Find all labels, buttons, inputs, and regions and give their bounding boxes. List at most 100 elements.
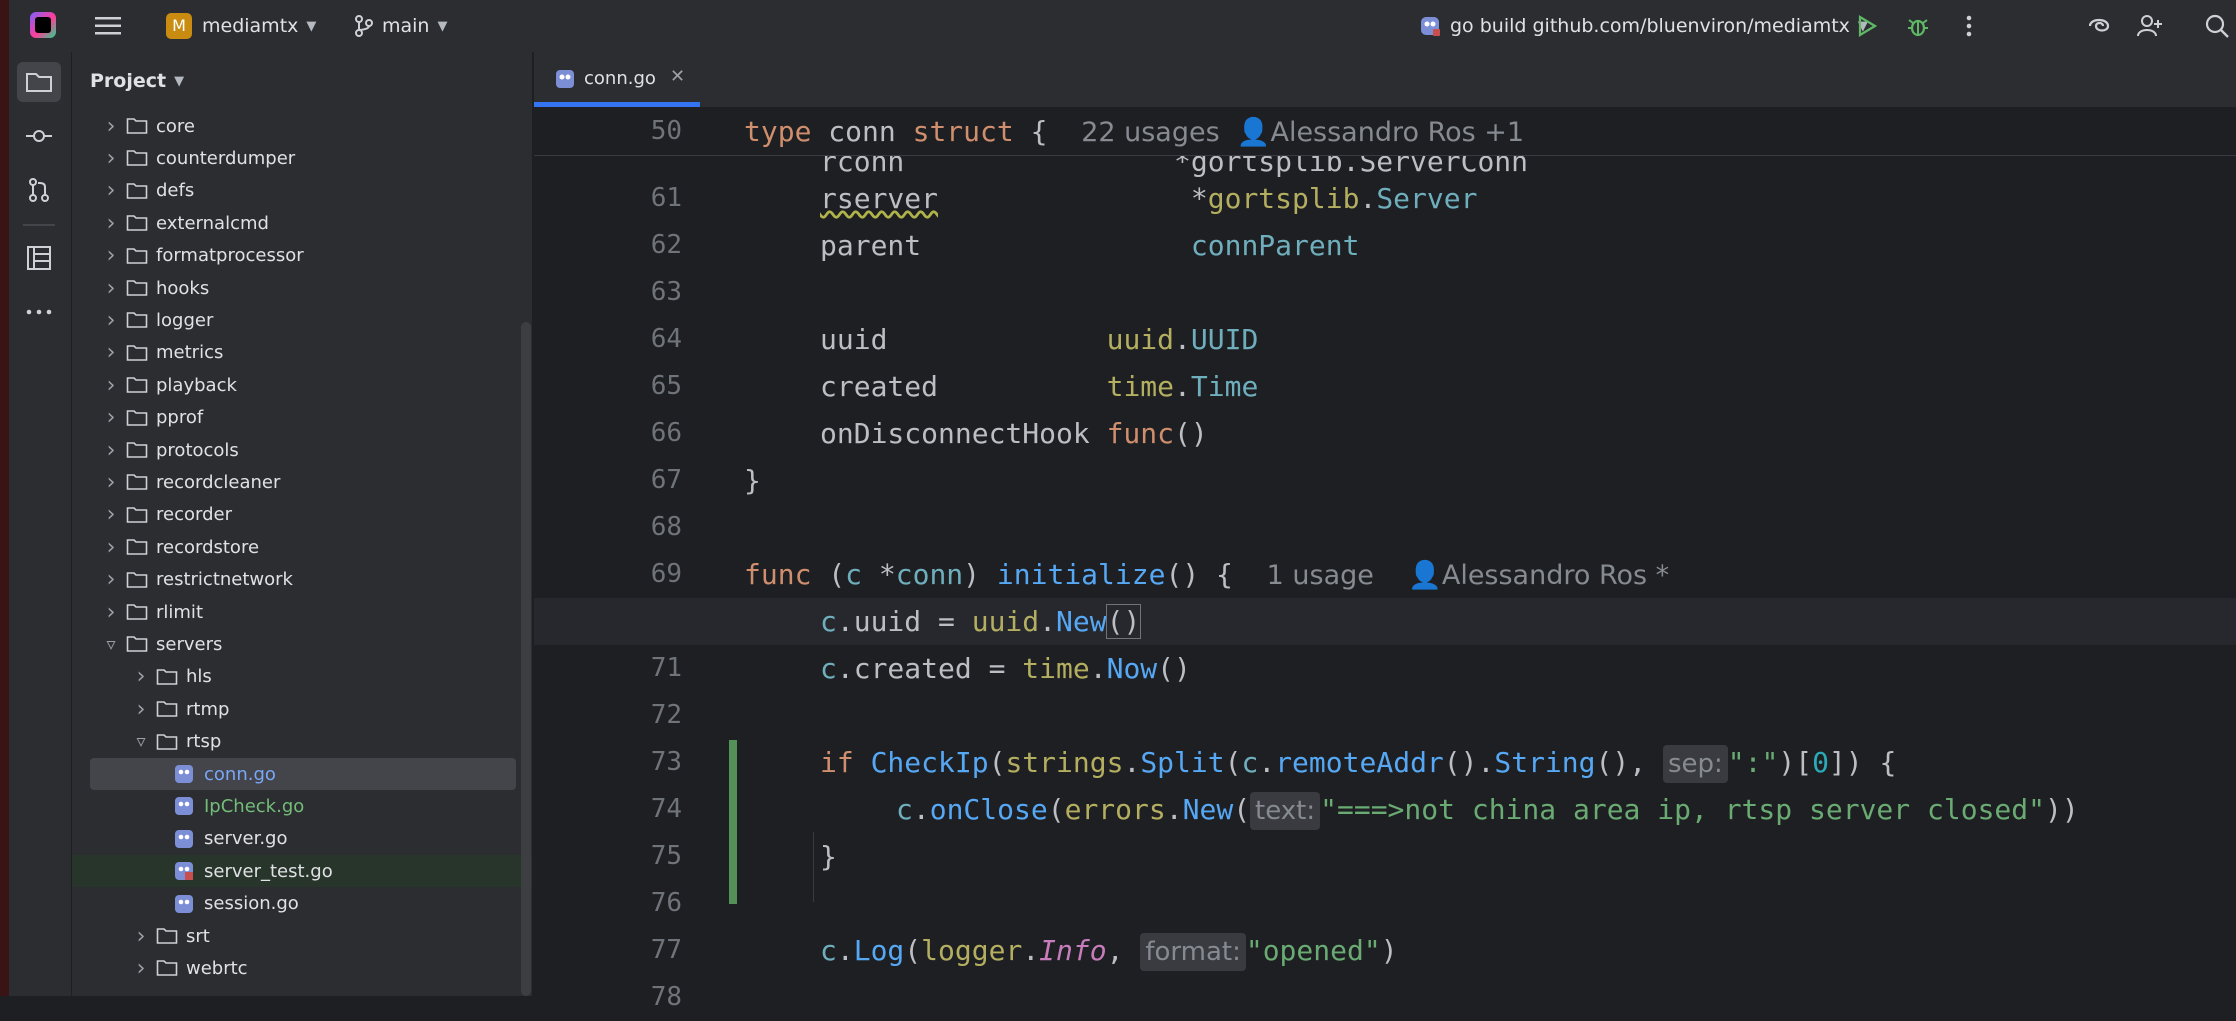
add-user-icon[interactable]: [2136, 12, 2164, 40]
chevron-right-icon[interactable]: ›: [104, 567, 118, 592]
chevron-right-icon[interactable]: ›: [104, 146, 118, 171]
chevron-right-icon[interactable]: ›: [104, 405, 118, 430]
project-tree-scrollbar[interactable]: [521, 322, 531, 996]
folder-icon: [126, 150, 148, 167]
usages-hint[interactable]: 1 usage: [1267, 560, 1374, 591]
tree-item[interactable]: › formatprocessor: [72, 240, 530, 272]
chevron-right-icon[interactable]: ›: [104, 308, 118, 333]
code-area[interactable]: rconn *gortsplib.ServerConn rserver *gor…: [534, 108, 2236, 996]
project-tool-button[interactable]: [17, 62, 61, 102]
tree-item[interactable]: › core: [72, 110, 530, 142]
pull-requests-tool-button[interactable]: [17, 170, 61, 210]
chevron-down-icon[interactable]: ▿: [104, 634, 118, 655]
run-configuration-selector[interactable]: go build github.com/bluenviron/mediamtx …: [1418, 0, 1868, 52]
code-token: gortsplib: [1207, 182, 1360, 215]
chevron-right-icon[interactable]: ›: [134, 956, 148, 981]
code-line-70: c.uuid = uuid.New(): [534, 598, 2236, 645]
author-icon: 👤: [1408, 560, 1442, 591]
sticky-scope-header[interactable]: 50 type conn struct { 22 usages 👤Alessan…: [534, 108, 2236, 156]
chevron-right-icon[interactable]: ›: [104, 114, 118, 139]
more-tools-button[interactable]: [17, 292, 61, 332]
author-hint[interactable]: Alessandro Ros +1: [1270, 117, 1524, 148]
close-tab-icon[interactable]: ✕: [670, 66, 685, 87]
project-name: mediamtx: [202, 15, 299, 37]
tree-item[interactable]: › recorder: [72, 499, 530, 531]
tree-item[interactable]: ▿ rtsp: [72, 726, 530, 758]
tree-item-label: conn.go: [204, 763, 276, 785]
tree-item-label: counterdumper: [156, 147, 296, 169]
tree-item-label: hooks: [156, 277, 210, 299]
code-line-67: }: [744, 464, 761, 497]
chevron-right-icon[interactable]: ›: [104, 600, 118, 625]
usages-hint[interactable]: 22 usages: [1081, 117, 1219, 148]
tree-item[interactable]: conn.go: [72, 758, 530, 790]
chevron-right-icon[interactable]: ›: [104, 243, 118, 268]
code-line-64: uuid uuid.UUID: [820, 323, 1259, 356]
chevron-right-icon[interactable]: ›: [104, 276, 118, 301]
commit-tool-button[interactable]: [17, 116, 61, 156]
tree-item[interactable]: › srt: [72, 920, 530, 952]
tree-item[interactable]: › pprof: [72, 402, 530, 434]
code-token: Time: [1190, 370, 1259, 403]
project-switcher[interactable]: M mediamtx ▼: [166, 0, 316, 52]
tree-item[interactable]: › protocols: [72, 434, 530, 466]
chevron-right-icon[interactable]: ›: [134, 697, 148, 722]
vcs-added-marker[interactable]: [729, 740, 737, 904]
folder-icon: [126, 442, 148, 458]
tree-item[interactable]: › recordcleaner: [72, 466, 530, 498]
tab-conn-go[interactable]: conn.go ✕: [534, 52, 700, 107]
project-view-selector[interactable]: Project ▼: [90, 70, 184, 92]
tree-item[interactable]: › metrics: [72, 337, 530, 369]
chevron-right-icon[interactable]: ›: [104, 340, 118, 365]
chevron-down-icon[interactable]: ▿: [134, 731, 148, 752]
tree-item[interactable]: › externalcmd: [72, 207, 530, 239]
chevron-right-icon[interactable]: ›: [104, 535, 118, 560]
tree-item[interactable]: › rlimit: [72, 596, 530, 628]
more-actions-icon[interactable]: [1955, 12, 1983, 40]
chevron-right-icon[interactable]: ›: [134, 924, 148, 949]
gopher-icon: [1421, 17, 1440, 36]
run-icon[interactable]: [1853, 12, 1881, 40]
line-number: 62: [650, 230, 682, 260]
code-token: 0: [1812, 746, 1829, 779]
folder-icon: [126, 377, 148, 393]
ai-assistant-icon[interactable]: [2085, 12, 2113, 40]
tool-window-strip: [9, 52, 72, 996]
folder-icon: [156, 701, 178, 717]
tree-item[interactable]: › hls: [72, 661, 530, 693]
branch-switcher[interactable]: main ▼: [354, 0, 447, 52]
tree-item[interactable]: server_test.go: [72, 855, 532, 888]
tree-item[interactable]: › hooks: [72, 272, 530, 304]
chevron-right-icon[interactable]: ›: [134, 664, 148, 689]
chevron-right-icon[interactable]: ›: [104, 470, 118, 495]
tree-item[interactable]: › playback: [72, 369, 530, 401]
search-icon[interactable]: [2203, 12, 2231, 40]
tree-item[interactable]: IpCheck.go: [72, 790, 530, 822]
chevron-right-icon[interactable]: ›: [104, 502, 118, 527]
author-icon: 👤: [1236, 117, 1271, 148]
tree-item[interactable]: › logger: [72, 304, 530, 336]
code-line-65: created time.Time: [820, 370, 1259, 403]
tree-item[interactable]: › webrtc: [72, 952, 530, 984]
tree-item[interactable]: › restrictnetwork: [72, 564, 530, 596]
tree-item[interactable]: server.go: [72, 823, 530, 855]
structure-tool-button[interactable]: [17, 238, 61, 278]
chevron-right-icon[interactable]: ›: [104, 438, 118, 463]
main-menu-icon[interactable]: [94, 12, 122, 40]
tree-item[interactable]: session.go: [72, 888, 530, 920]
run-configuration-label: go build github.com/bluenviron/mediamtx: [1450, 15, 1850, 37]
tree-item[interactable]: › rtmp: [72, 693, 530, 725]
chevron-right-icon[interactable]: ›: [104, 373, 118, 398]
line-number: 71: [650, 653, 682, 683]
tree-item[interactable]: › counterdumper: [72, 142, 530, 174]
tree-item[interactable]: › defs: [72, 175, 530, 207]
author-hint[interactable]: Alessandro Ros *: [1442, 560, 1669, 591]
chevron-right-icon[interactable]: ›: [104, 211, 118, 236]
folder-icon: [126, 571, 148, 588]
line-number: 67: [650, 465, 682, 495]
tree-item[interactable]: ▿ servers: [72, 628, 530, 660]
tree-item[interactable]: › recordstore: [72, 531, 530, 563]
chevron-right-icon[interactable]: ›: [104, 178, 118, 203]
debug-icon[interactable]: [1904, 12, 1932, 40]
folder-icon: [126, 474, 148, 491]
